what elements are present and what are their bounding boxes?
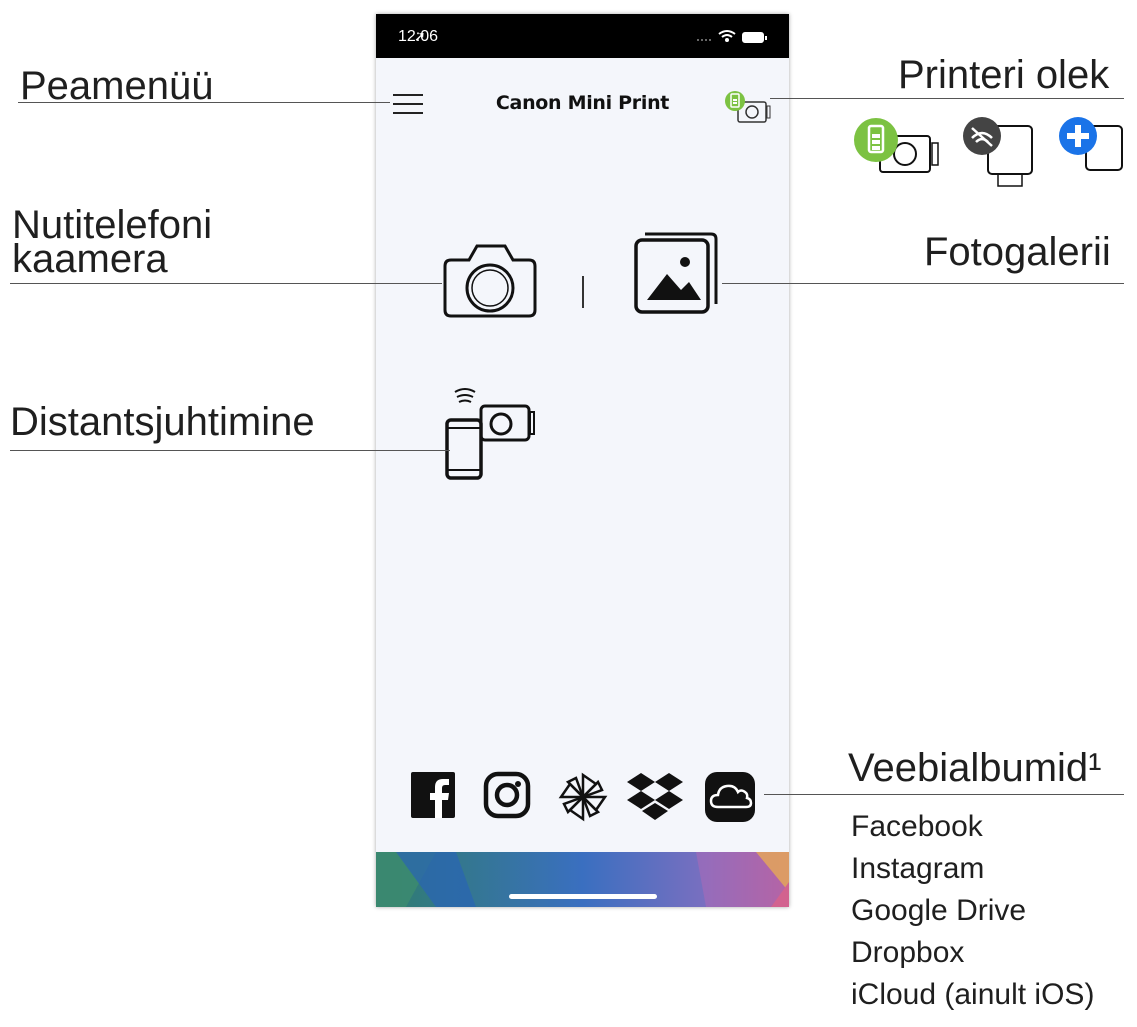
online-albums-label: Veebialbumid¹	[848, 746, 1102, 790]
instagram-icon[interactable]	[482, 770, 532, 820]
camera-button[interactable]	[441, 228, 541, 318]
printer-status-icon[interactable]	[723, 90, 775, 126]
icloud-icon[interactable]	[704, 771, 756, 823]
printer-status-label: Printeri olek	[898, 53, 1110, 97]
disconnected-status-icon	[963, 117, 1033, 187]
remote-label: Distantsjuhtimine	[10, 400, 315, 444]
album-service-item: Instagram	[851, 852, 985, 885]
home-indicator[interactable]	[509, 894, 657, 899]
camera-leader-line	[10, 283, 442, 284]
dropbox-icon[interactable]	[626, 770, 684, 824]
battery-connected-status-icon	[854, 118, 939, 173]
status-icons	[697, 30, 767, 43]
add-printer-status-icon	[1059, 117, 1123, 171]
divider	[582, 276, 584, 308]
remote-leader-line	[10, 450, 450, 451]
gallery-leader-line	[722, 283, 1124, 284]
album-service-item: Dropbox	[851, 936, 965, 969]
main-menu-label: Peamenüü	[20, 64, 214, 108]
facebook-icon[interactable]	[410, 770, 456, 820]
phone-screen: 12:06 ➚ Canon Mini Print	[376, 14, 789, 907]
remote-button[interactable]	[443, 384, 539, 484]
online-albums-leader-line	[764, 794, 1124, 795]
online-albums-list: Facebook Instagram Google Drive Dropbox …	[851, 806, 1094, 1016]
camera-label-line2: kaamera	[12, 237, 168, 281]
google-drive-icon[interactable]	[556, 770, 610, 824]
gallery-label: Fotogalerii	[924, 230, 1111, 274]
album-service-item: Google Drive	[851, 894, 1027, 927]
location-arrow-icon: ➚	[414, 28, 426, 44]
gallery-button[interactable]	[631, 228, 721, 318]
album-service-item: Facebook	[851, 810, 983, 843]
status-bar: 12:06 ➚	[376, 14, 789, 58]
printer-status-leader-line	[770, 98, 1124, 99]
main-menu-leader-line	[18, 102, 390, 103]
album-service-item: iCloud (ainult iOS)	[851, 978, 1095, 1011]
camera-label: Nutitelefoni kaamera	[12, 205, 212, 281]
